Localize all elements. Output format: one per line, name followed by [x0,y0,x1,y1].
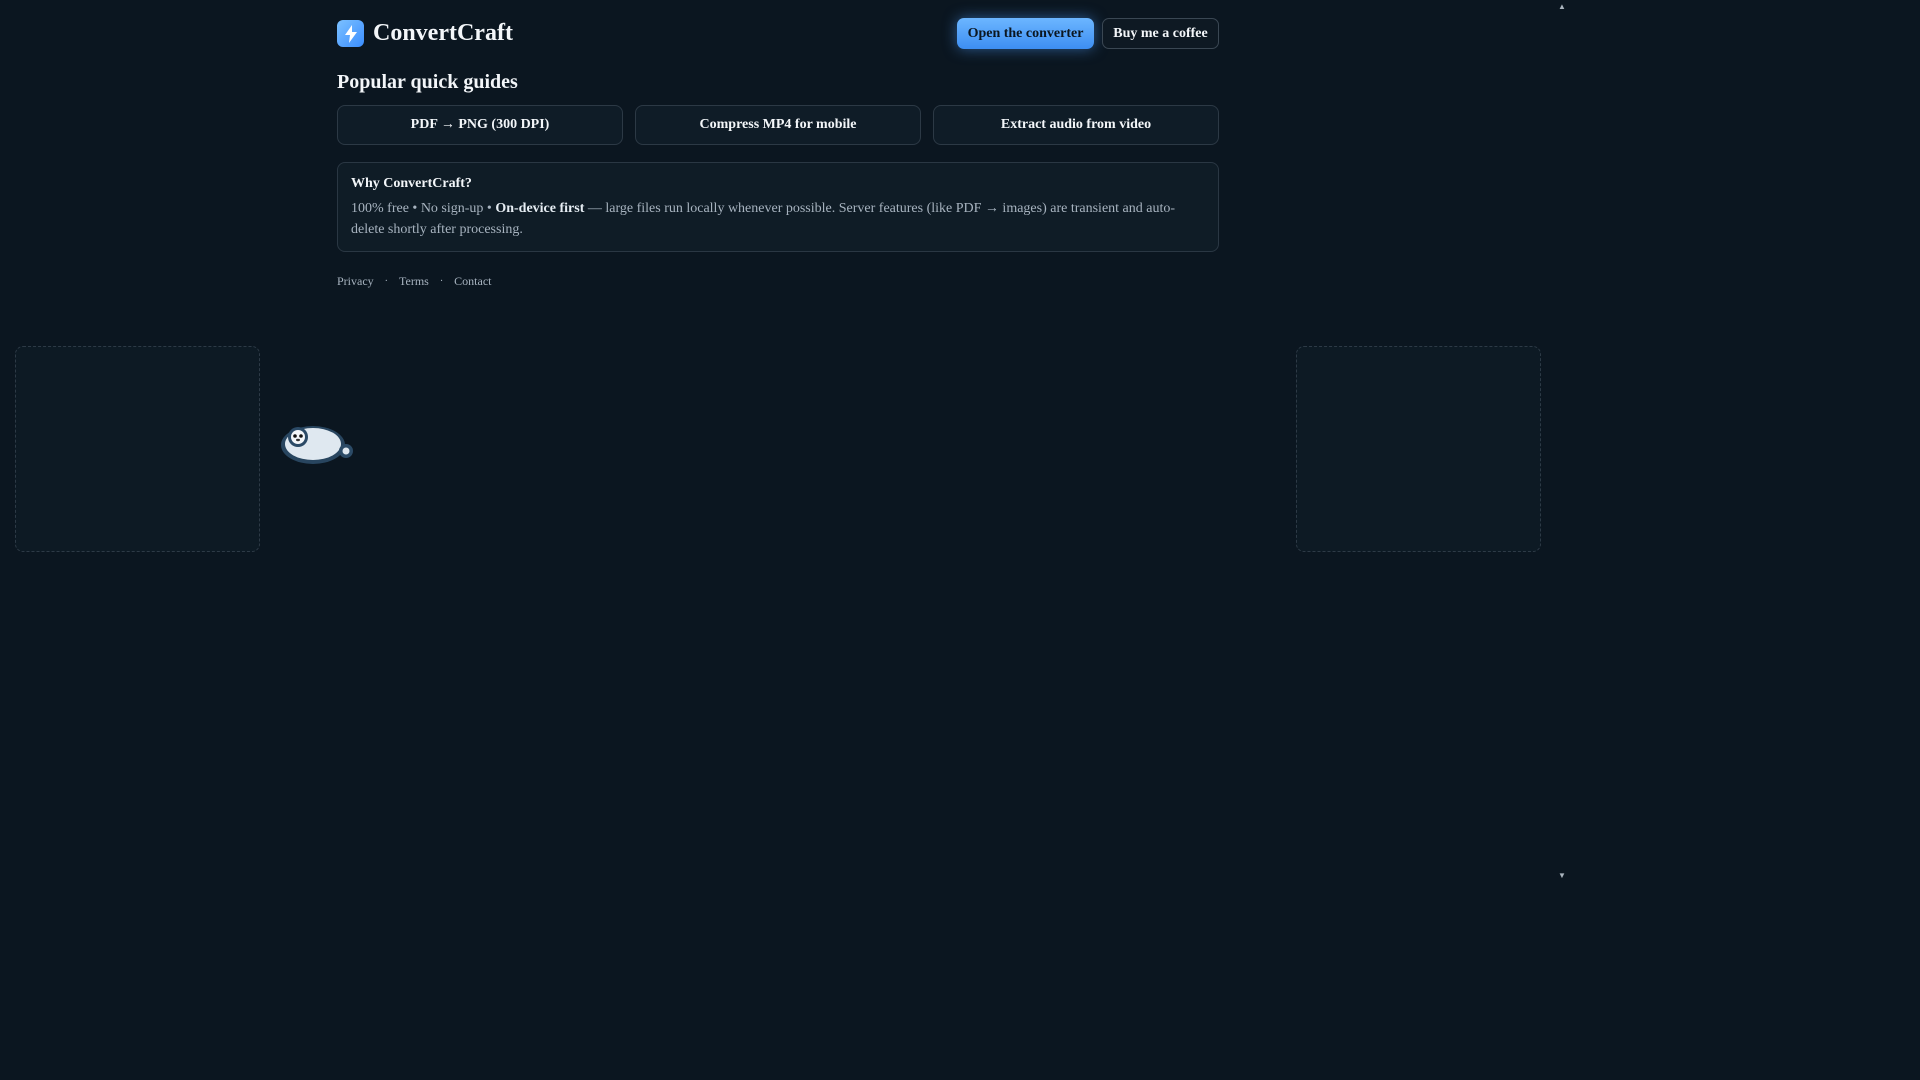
footer-separator: · [384,276,388,287]
scroll-up-icon[interactable]: ▲ [1558,2,1566,11]
why-text-bold: On-device first [495,201,585,216]
header: ConvertCraft Open the converter Buy me a… [337,18,1219,49]
footer-link-privacy[interactable]: Privacy [337,274,374,289]
panda-mascot-icon[interactable] [279,422,359,468]
why-card: Why ConvertCraft? 100% free • No sign-up… [337,162,1219,252]
brand-name: ConvertCraft [373,20,513,46]
quick-guides: PDF → PNG (300 DPI) Compress MP4 for mob… [337,105,1219,145]
lightning-bolt-icon [337,20,364,47]
footer-link-contact[interactable]: Contact [454,274,491,289]
section-title: Popular quick guides [337,71,518,93]
why-title: Why ConvertCraft? [351,176,472,191]
guide-extract-audio[interactable]: Extract audio from video [933,105,1219,145]
scrollbar[interactable]: ▲ ▼ [1555,0,1568,882]
brand[interactable]: ConvertCraft [337,20,513,47]
ad-slot-right [1296,346,1541,552]
guide-compress-mp4[interactable]: Compress MP4 for mobile [635,105,921,145]
scroll-down-icon[interactable]: ▼ [1558,871,1566,880]
open-converter-button[interactable]: Open the converter [957,18,1094,49]
footer-separator: · [439,276,444,287]
guide-pdf-to-png[interactable]: PDF → PNG (300 DPI) [337,105,623,145]
ad-slot-left [15,346,260,552]
why-text: 100% free • No sign-up • On-device first… [351,199,1205,240]
why-text-intro: 100% free • No sign-up • [351,201,496,216]
footer-link-terms[interactable]: Terms [399,274,429,289]
footer: Privacy · Terms · Contact [337,274,492,289]
buy-coffee-button[interactable]: Buy me a coffee [1102,18,1219,49]
